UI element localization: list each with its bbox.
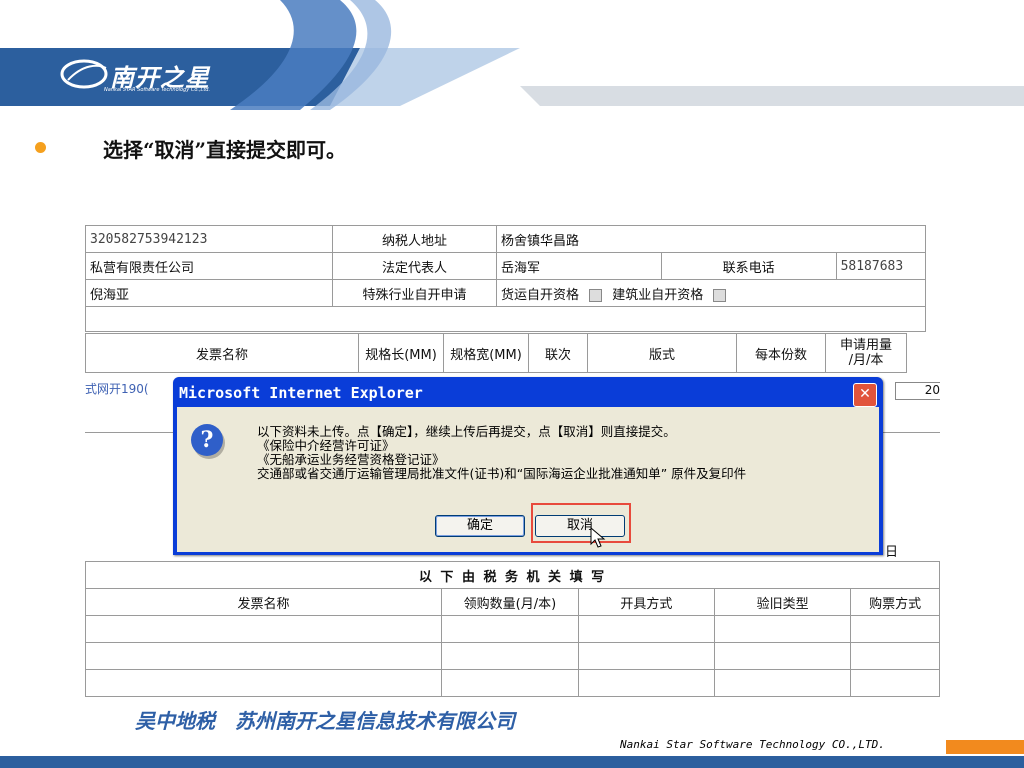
col-copies: 联次 — [528, 333, 588, 373]
question-icon: ? — [191, 424, 223, 456]
invoice-row-qty[interactable]: 20 — [895, 382, 940, 400]
construction-checkbox[interactable] — [713, 288, 727, 302]
dialog-line: 交通部或省交通厅运输管理局批准文件(证书)和“国际海运企业批准通知单” 原件及复… — [257, 466, 747, 481]
mouse-cursor-icon — [590, 527, 606, 548]
ok-button[interactable]: 确定 — [435, 515, 525, 537]
taxpayer-info-table: 320582753942123 纳税人地址 杨舍镇华昌路 私营有限责任公司 法定… — [85, 225, 927, 332]
col-usage: 申请用量 /月/本 — [825, 333, 907, 373]
dialog-title: Microsoft Internet Explorer — [179, 384, 423, 402]
table-row — [85, 669, 940, 697]
footer-bar — [0, 756, 1024, 768]
table-row — [85, 615, 940, 643]
invoice-header-table: 发票名称 规格长(MM) 规格宽(MM) 联次 版式 每本份数 申请用量 /月/… — [85, 333, 907, 373]
dialog-body: ? 以下资料未上传。点【确定】，继续上传后再提交，点【取消】则直接提交。 《保险… — [177, 407, 879, 552]
col-format: 版式 — [587, 333, 737, 373]
footer-accent — [946, 740, 1024, 754]
cancel-highlight-box — [531, 503, 631, 543]
day-label: 日 — [885, 545, 899, 560]
special-industry-label: 特殊行业自开申请 — [332, 279, 497, 307]
invoice-row-name: 式网开190( — [85, 382, 149, 396]
phone-label: 联系电话 — [660, 252, 837, 280]
lower-col-method: 开具方式 — [577, 588, 715, 616]
lower-col-name: 发票名称 — [85, 588, 443, 616]
section-title: 以 下 由 税 务 机 关 填 写 — [85, 561, 940, 589]
construction-label: 建筑业自开资格 — [612, 287, 704, 303]
col-per-book: 每本份数 — [736, 333, 826, 373]
col-usage-line2: /月/本 — [848, 353, 884, 368]
phone-value: 58187683 — [835, 252, 927, 280]
tax-office-table: 以 下 由 税 务 机 关 填 写 发票名称 领购数量(月/本) 开具方式 验旧… — [85, 561, 940, 697]
close-icon[interactable]: ✕ — [853, 383, 877, 407]
address-value: 杨舍镇华昌路 — [496, 225, 926, 253]
col-spec-width: 规格宽(MM) — [443, 333, 529, 373]
dialog-line: 以下资料未上传。点【确定】，继续上传后再提交，点【取消】则直接提交。 — [257, 424, 676, 439]
table-row — [85, 642, 940, 670]
legal-rep-value: 岳海军 — [496, 252, 662, 280]
freight-label: 货运自开资格 — [501, 287, 580, 303]
dialog-line: 《保险中介经营许可证》 — [257, 438, 395, 453]
address-label: 纳税人地址 — [332, 225, 497, 253]
footer-company: 吴中地税 苏州南开之星信息技术有限公司 — [135, 709, 515, 733]
lower-col-qty: 领购数量(月/本) — [441, 588, 579, 616]
lower-col-check: 验旧类型 — [713, 588, 852, 616]
tax-id-cell: 320582753942123 — [85, 225, 333, 253]
special-industry-options: 货运自开资格 建筑业自开资格 — [496, 279, 926, 307]
person-cell: 倪海亚 — [85, 279, 333, 307]
blank-row — [85, 306, 926, 332]
legal-rep-label: 法定代表人 — [332, 252, 497, 280]
col-usage-line1: 申请用量 — [839, 338, 892, 353]
dialog-line: 《无船承运业务经营资格登记证》 — [257, 452, 445, 467]
company-type-cell: 私营有限责任公司 — [85, 252, 333, 280]
lower-col-purchase: 购票方式 — [850, 588, 940, 616]
dialog-message: 以下资料未上传。点【确定】，继续上传后再提交，点【取消】则直接提交。 《保险中介… — [257, 425, 746, 481]
logo-subtitle: Nankai STAR Software Technology Co.,Ltd. — [104, 87, 211, 93]
bullet-dot — [35, 142, 46, 153]
freight-checkbox[interactable] — [589, 288, 603, 302]
col-spec-length: 规格长(MM) — [358, 333, 444, 373]
instruction-text: 选择“取消”直接提交即可。 — [103, 138, 347, 162]
col-invoice-name: 发票名称 — [85, 333, 359, 373]
ie-confirm-dialog: Microsoft Internet Explorer ✕ ? 以下资料未上传。… — [173, 377, 883, 555]
footer-english: Nankai Star Software Technology CO.,LTD. — [620, 738, 885, 751]
